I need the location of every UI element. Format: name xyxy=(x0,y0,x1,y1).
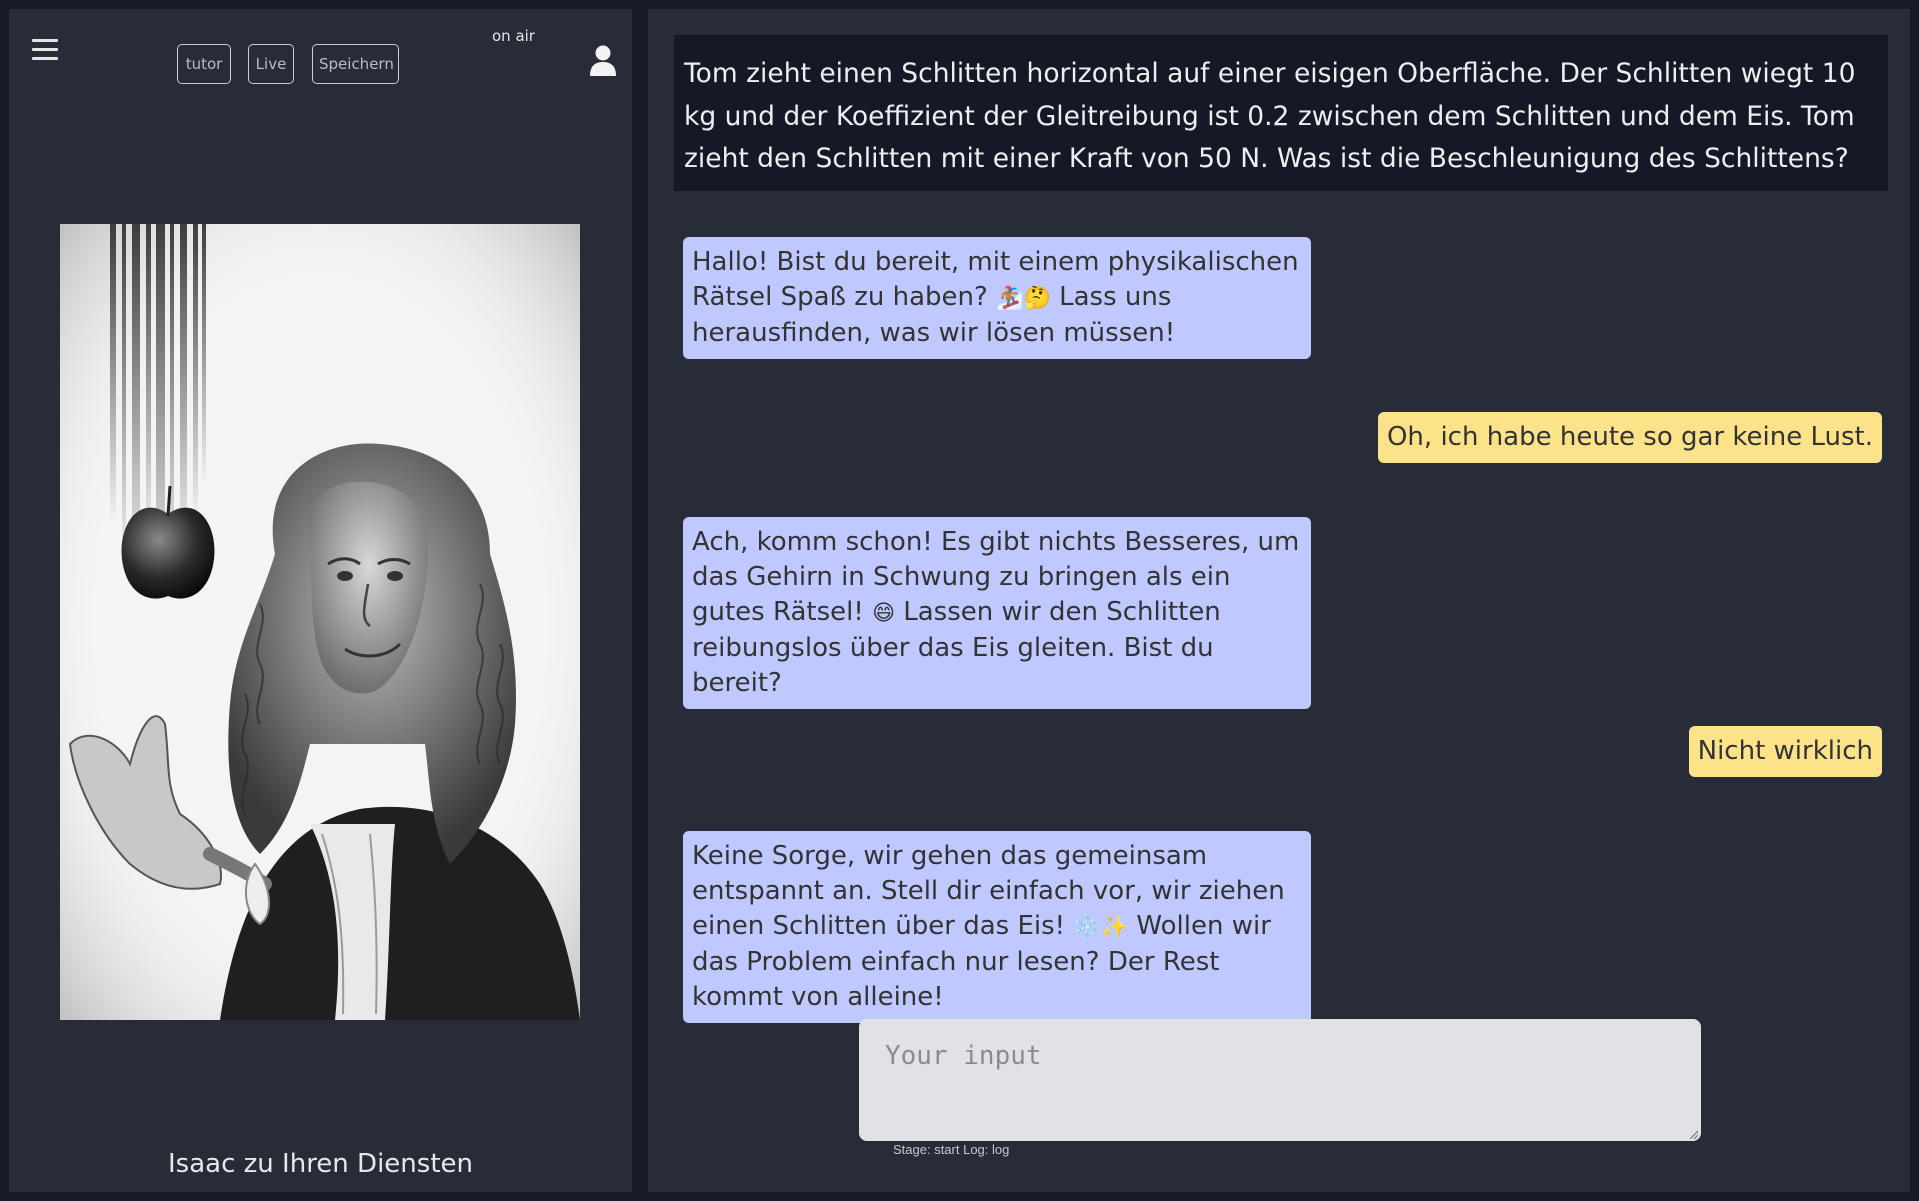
hamburger-menu-icon[interactable] xyxy=(32,39,58,61)
chat-input[interactable] xyxy=(859,1019,1701,1141)
live-button[interactable]: Live xyxy=(248,44,294,84)
chat-panel: Tom zieht einen Schlitten horizontal auf… xyxy=(648,9,1910,1192)
save-button[interactable]: Speichern xyxy=(312,44,399,84)
user-message: Oh, ich habe heute so gar keine Lust. xyxy=(1377,412,1882,463)
grinning-emoji-icon: 😄 xyxy=(872,601,895,626)
tutor-button[interactable]: tutor xyxy=(177,44,231,84)
tutor-message: Hallo! Bist du bereit, mit einem physika… xyxy=(683,237,1311,359)
tutor-caption: Isaac zu Ihren Diensten xyxy=(168,1149,473,1179)
stage-log-status: Stage: start Log: log xyxy=(893,1142,1010,1157)
tutor-message: Ach, komm schon! Es gibt nichts Besseres… xyxy=(683,517,1311,709)
task-question: Tom zieht einen Schlitten horizontal auf… xyxy=(674,35,1888,191)
sidebar-panel: tutor Live Speichern on air Isaac zu Ihr… xyxy=(9,9,632,1192)
resize-grip-icon[interactable] xyxy=(1688,1129,1698,1139)
snowboarder-thinking-emoji-icon: 🏂🤔 xyxy=(996,286,1051,311)
on-air-status: on air xyxy=(492,27,535,45)
newton-portrait-image xyxy=(60,224,580,1020)
tutor-message: Keine Sorge, wir gehen das gemeinsam ent… xyxy=(683,831,1311,1023)
snowflake-sparkles-emoji-icon: ❄️✨ xyxy=(1073,915,1129,940)
user-message: Nicht wirklich xyxy=(1688,726,1882,777)
user-icon[interactable] xyxy=(589,45,617,77)
